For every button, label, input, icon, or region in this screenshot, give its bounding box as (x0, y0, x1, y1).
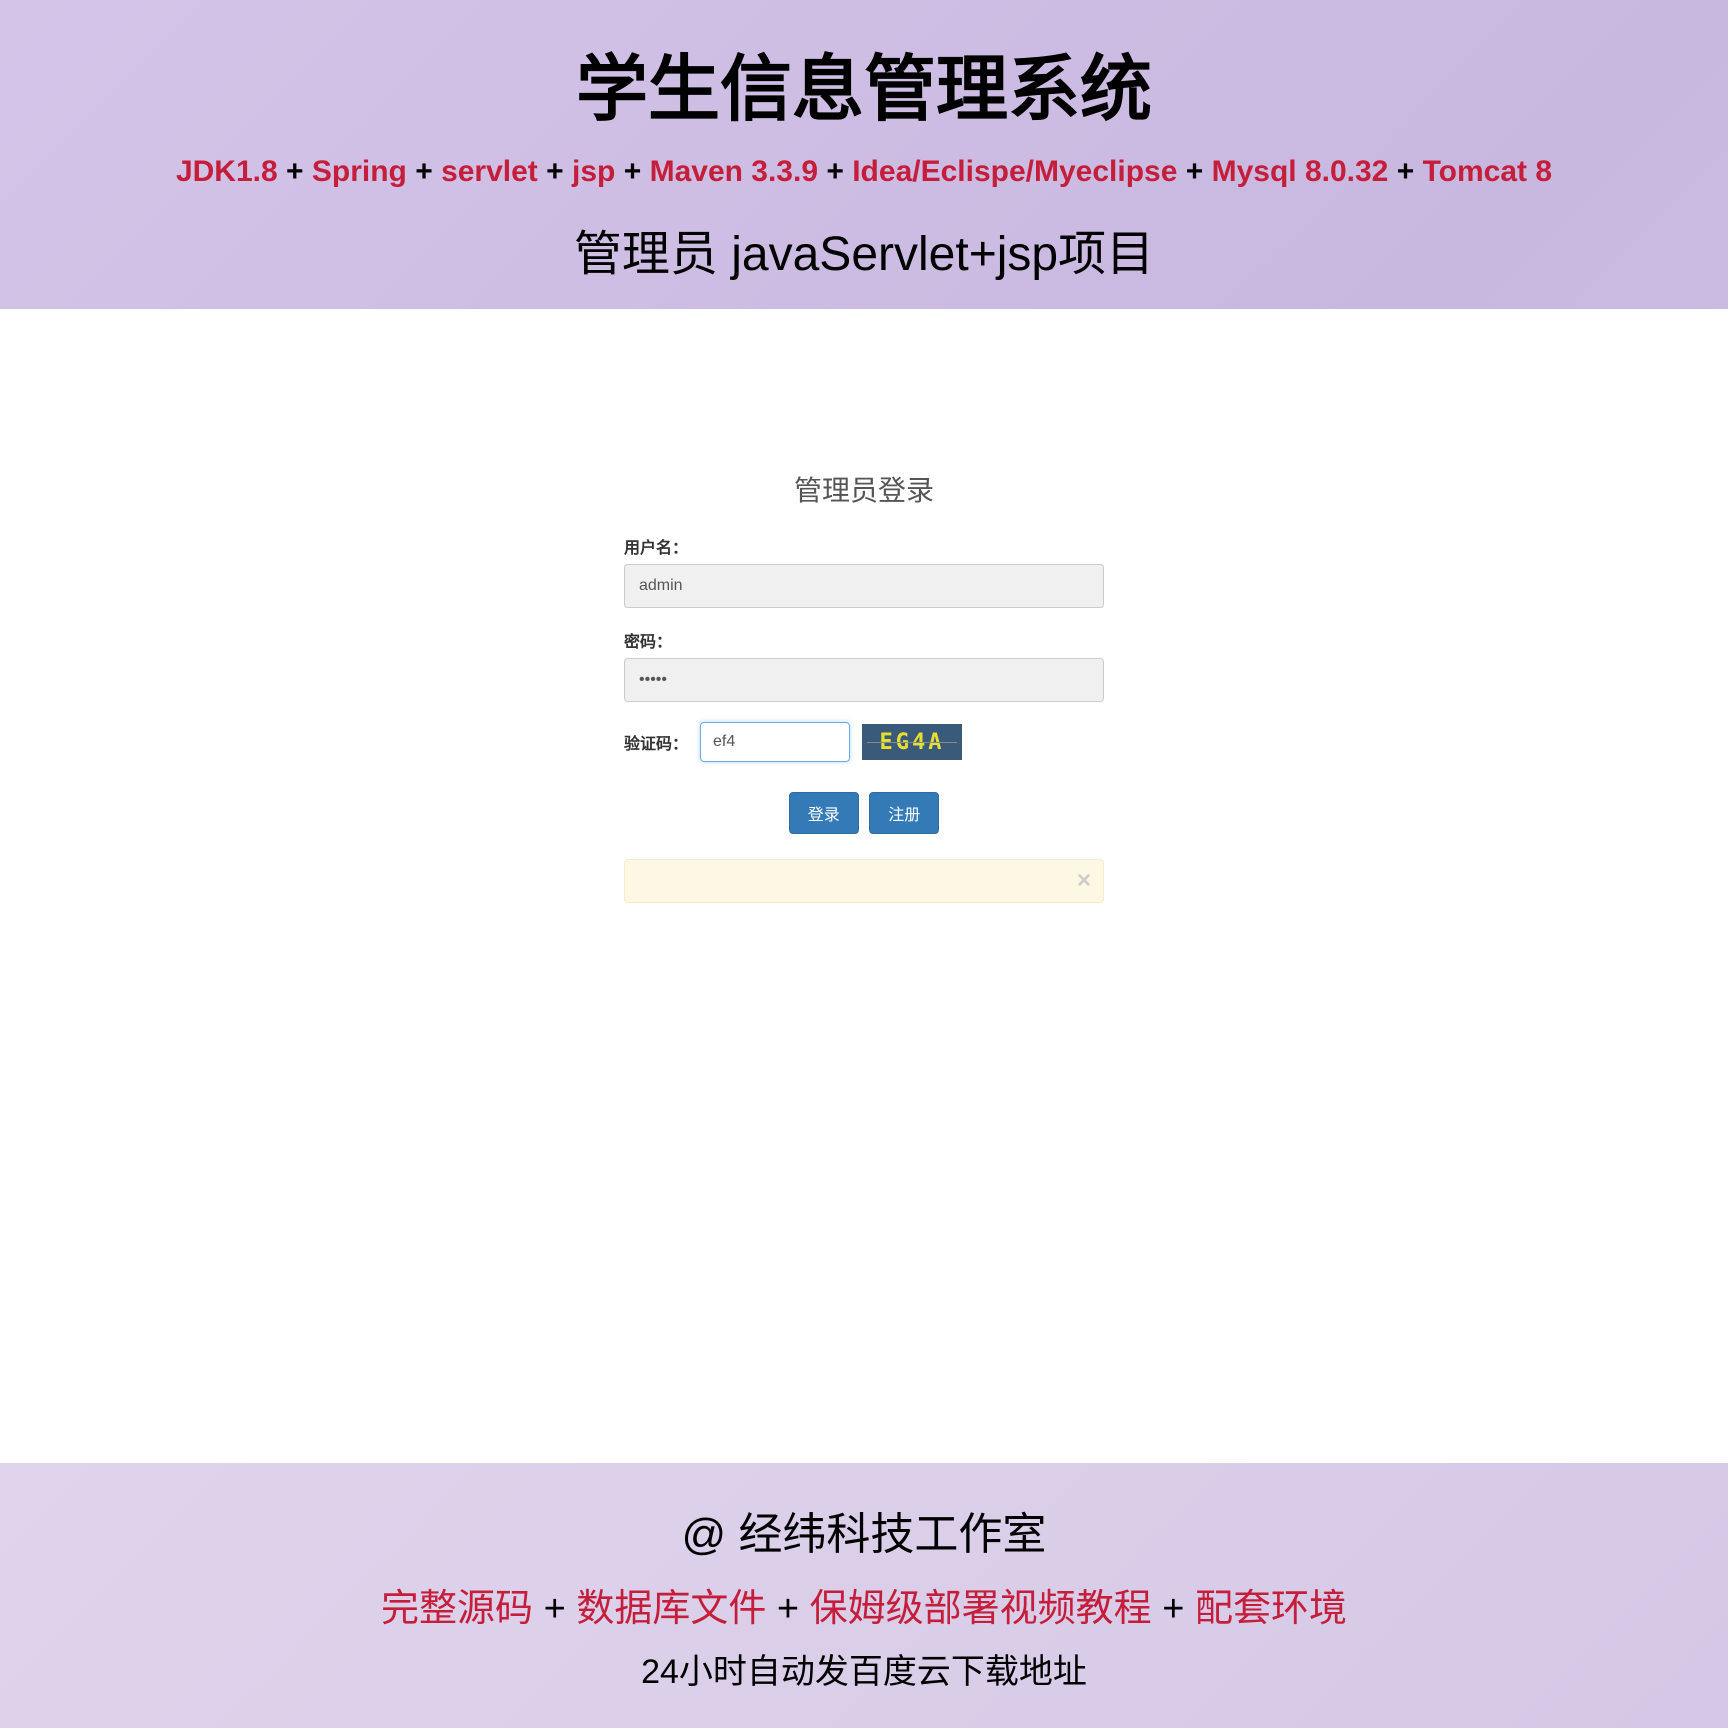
main-title: 学生信息管理系统 (60, 30, 1668, 135)
tech-item: Idea/Eclispe/Myeclipse (852, 155, 1177, 188)
login-button[interactable]: 登录 (789, 792, 859, 834)
username-label: 用户名： (624, 534, 1104, 558)
content-area: 管理员登录 用户名： 密码： 验证码： EG4A 登录 注册 × (0, 309, 1728, 1463)
footer-item: 保姆级部署视频教程 (810, 1588, 1152, 1630)
separator: + (546, 155, 572, 188)
tech-item: jsp (572, 155, 615, 188)
username-input[interactable] (624, 564, 1104, 608)
footer-item: 完整源码 (381, 1588, 533, 1630)
login-title: 管理员登录 (624, 469, 1104, 509)
separator: + (1162, 1588, 1195, 1630)
header-section: 学生信息管理系统 JDK1.8 + Spring + servlet + jsp… (0, 0, 1728, 309)
tech-item: Spring (312, 155, 407, 188)
separator: + (286, 155, 312, 188)
button-row: 登录 注册 (624, 792, 1104, 834)
footer-item: 配套环境 (1195, 1588, 1347, 1630)
tech-item: Maven 3.3.9 (650, 155, 818, 188)
separator: + (826, 155, 852, 188)
tech-item: servlet (441, 155, 538, 188)
separator: + (624, 155, 650, 188)
captcha-group: 验证码： EG4A (624, 722, 1104, 762)
separator: + (1186, 155, 1212, 188)
password-label: 密码： (624, 628, 1104, 652)
password-input[interactable] (624, 658, 1104, 702)
separator: + (777, 1588, 810, 1630)
register-button[interactable]: 注册 (869, 792, 939, 834)
close-icon[interactable]: × (1077, 867, 1091, 895)
alert-box: × (624, 859, 1104, 903)
footer-items-line: 完整源码 + 数据库文件 + 保姆级部署视频教程 + 配套环境 (60, 1577, 1668, 1632)
tech-stack-line: JDK1.8 + Spring + servlet + jsp + Maven … (60, 155, 1668, 189)
tech-item: Tomcat 8 (1423, 155, 1552, 188)
tech-item: JDK1.8 (176, 155, 278, 188)
footer-item: 数据库文件 (576, 1588, 766, 1630)
separator: + (1397, 155, 1423, 188)
login-form: 管理员登录 用户名： 密码： 验证码： EG4A 登录 注册 × (624, 469, 1104, 903)
captcha-label: 验证码： (624, 730, 688, 754)
footer-delivery: 24小时自动发百度云下载地址 (60, 1644, 1668, 1693)
footer-studio: @ 经纬科技工作室 (60, 1498, 1668, 1562)
separator: + (544, 1588, 577, 1630)
captcha-image[interactable]: EG4A (862, 724, 962, 760)
footer-section: @ 经纬科技工作室 完整源码 + 数据库文件 + 保姆级部署视频教程 + 配套环… (0, 1463, 1728, 1728)
separator: + (415, 155, 441, 188)
captcha-input[interactable] (700, 722, 850, 762)
username-group: 用户名： (624, 534, 1104, 608)
subtitle: 管理员 javaServlet+jsp项目 (60, 214, 1668, 284)
tech-item: Mysql 8.0.32 (1212, 155, 1389, 188)
password-group: 密码： (624, 628, 1104, 702)
